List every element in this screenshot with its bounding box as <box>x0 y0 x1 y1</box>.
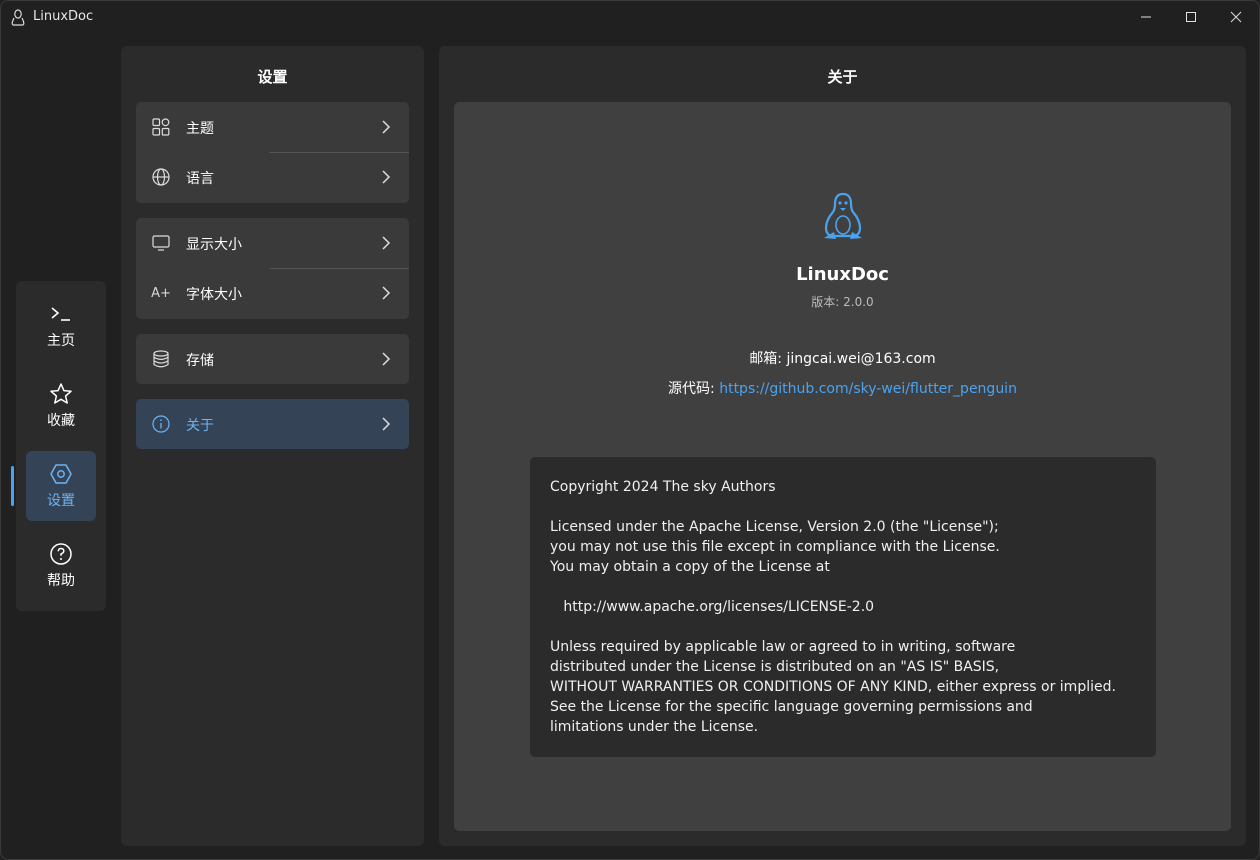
chevron-right-icon <box>382 170 391 184</box>
about-source: 源代码: https://github.com/sky-wei/flutter_… <box>454 378 1231 398</box>
star-icon <box>49 382 73 406</box>
chevron-right-icon <box>382 352 391 366</box>
chevron-right-icon <box>382 417 391 431</box>
license-line: you may not use this file except in comp… <box>550 539 1000 555</box>
settings-panel: 设置 主题 语言 显示大小 A+ 字体大小 存储 关于 <box>121 46 424 846</box>
settings-item-label: 主题 <box>186 121 214 137</box>
about-email: 邮箱: jingcai.wei@163.com <box>749 351 936 367</box>
nav-label-favorites: 收藏 <box>47 413 75 429</box>
license-line: http://www.apache.org/licenses/LICENSE-2… <box>550 599 875 615</box>
terminal-icon <box>49 302 73 326</box>
database-icon <box>151 349 171 369</box>
source-link[interactable]: https://github.com/sky-wei/flutter_pengu… <box>719 381 1017 397</box>
nav-label-settings: 设置 <box>47 493 75 509</box>
chevron-right-icon <box>382 120 391 134</box>
minimize-icon <box>1141 16 1151 18</box>
license-line <box>550 577 1136 597</box>
about-card: LinuxDoc 版本: 2.0.0 邮箱: jingcai.wei@163.c… <box>454 102 1231 831</box>
settings-item-label: 显示大小 <box>186 237 242 253</box>
settings-group-display: 显示大小 A+ 字体大小 <box>136 218 409 319</box>
active-nav-indicator <box>11 466 14 506</box>
license-line <box>550 497 1136 517</box>
app-window: LinuxDoc 主页 收藏 设置 帮助 设置 主题 语言 显示大小 A+ 字体… <box>0 0 1260 860</box>
settings-item-language[interactable]: 语言 <box>136 152 409 202</box>
license-line: WITHOUT WARRANTIES OR CONDITIONS OF ANY … <box>550 679 1116 695</box>
settings-group-about: 关于 <box>136 399 409 449</box>
info-icon <box>151 414 171 434</box>
nav-label-help: 帮助 <box>47 573 75 589</box>
settings-item-storage[interactable]: 存储 <box>136 334 409 384</box>
settings-group-appearance: 主题 语言 <box>136 102 409 203</box>
license-line: See the License for the specific languag… <box>550 699 1033 715</box>
settings-item-theme[interactable]: 主题 <box>136 102 409 152</box>
license-line: You may obtain a copy of the License at <box>550 559 830 575</box>
nav-item-help[interactable]: 帮助 <box>26 531 96 601</box>
settings-item-label: 关于 <box>186 418 214 434</box>
license-line: Licensed under the Apache License, Versi… <box>550 519 999 535</box>
license-line <box>550 617 1136 637</box>
about-panel: 关于 LinuxDoc 版本: 2.0.0 邮箱: jingcai.wei@16… <box>439 46 1246 846</box>
globe-icon <box>151 167 171 187</box>
settings-group-storage: 存储 <box>136 334 409 384</box>
penguin-icon <box>11 9 25 26</box>
settings-hex-icon <box>49 462 73 486</box>
settings-item-label: 语言 <box>186 171 214 187</box>
font-size-icon: A+ <box>151 285 171 301</box>
settings-item-label: 存储 <box>186 353 214 369</box>
chevron-right-icon <box>382 236 391 250</box>
source-label: 源代码: <box>668 381 720 397</box>
settings-item-about[interactable]: 关于 <box>136 399 409 449</box>
monitor-icon <box>151 233 171 253</box>
nav-item-settings[interactable]: 设置 <box>26 451 96 521</box>
maximize-button[interactable] <box>1168 1 1214 33</box>
nav-label-home: 主页 <box>47 333 75 349</box>
title-bar[interactable]: LinuxDoc <box>1 1 1259 35</box>
settings-item-display-size[interactable]: 显示大小 <box>136 218 409 268</box>
close-button[interactable] <box>1213 1 1259 33</box>
license-line: distributed under the License is distrib… <box>550 659 1000 675</box>
close-icon <box>1230 11 1242 23</box>
license-line: Copyright 2024 The sky Authors <box>550 479 776 495</box>
license-line: limitations under the License. <box>550 719 759 735</box>
nav-item-favorites[interactable]: 收藏 <box>26 371 96 441</box>
help-circle-icon <box>49 542 73 566</box>
license-line: Unless required by applicable law or agr… <box>550 639 1016 655</box>
minimize-button[interactable] <box>1123 1 1169 33</box>
theme-grid-icon <box>151 117 171 137</box>
nav-item-home[interactable]: 主页 <box>26 291 96 361</box>
license-box: Copyright 2024 The sky Authors Licensed … <box>530 457 1156 757</box>
nav-rail: 主页 收藏 设置 帮助 <box>16 281 106 611</box>
about-version: 版本: 2.0.0 <box>811 295 874 309</box>
chevron-right-icon <box>382 286 391 300</box>
window-title: LinuxDoc <box>33 9 94 24</box>
about-title: 关于 <box>827 68 858 86</box>
maximize-icon <box>1186 12 1196 22</box>
settings-item-label: 字体大小 <box>186 287 242 303</box>
about-app-name: LinuxDoc <box>796 264 889 285</box>
penguin-logo-icon <box>824 192 862 239</box>
settings-item-font-size[interactable]: A+ 字体大小 <box>136 268 409 318</box>
settings-title: 设置 <box>257 68 288 86</box>
